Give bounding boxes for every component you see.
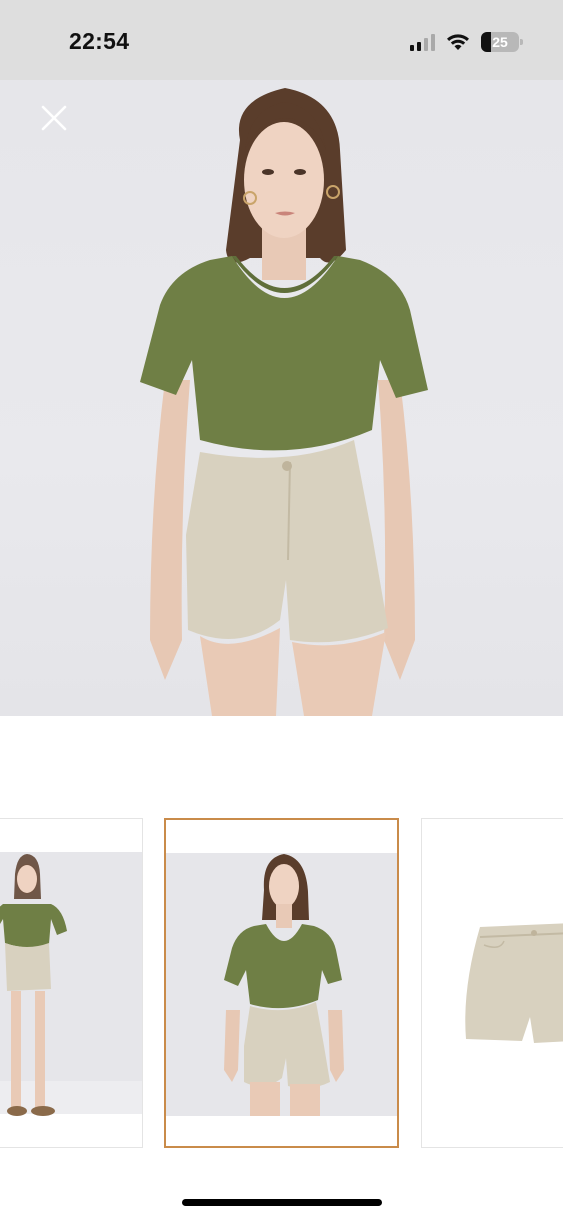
main-product-image[interactable]	[0, 80, 563, 716]
status-icons: 25	[410, 30, 523, 54]
battery-level: 25	[492, 34, 508, 50]
home-indicator[interactable]	[182, 1199, 382, 1206]
close-button[interactable]	[38, 102, 70, 134]
thumbnail-front-view[interactable]	[164, 818, 399, 1148]
battery-icon: 25	[481, 32, 523, 52]
status-time: 22:54	[69, 28, 130, 54]
model-photo	[140, 88, 428, 716]
status-bar: 22:54 25	[0, 0, 563, 80]
wifi-icon	[447, 34, 469, 50]
thumbnail-full-body[interactable]	[0, 818, 143, 1148]
cellular-signal-icon	[410, 33, 435, 51]
close-icon	[41, 105, 67, 131]
thumbnail-image	[166, 853, 397, 1116]
thumbnail-image	[465, 923, 563, 1043]
thumbnail-image	[0, 852, 142, 1116]
thumbnail-shorts-flat[interactable]	[421, 818, 563, 1148]
